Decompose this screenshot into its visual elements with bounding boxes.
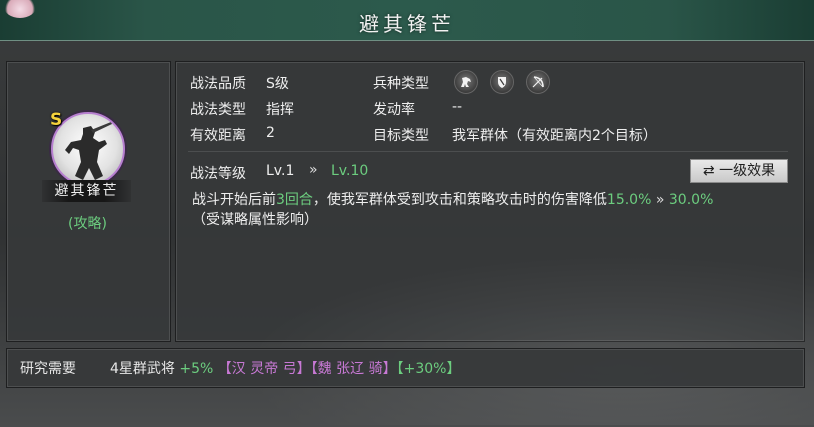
trigger-rate-label: 发动率 xyxy=(373,102,415,118)
skill-name-plate: 避其锋芒 xyxy=(42,180,131,202)
skill-tag: (攻略) xyxy=(68,216,107,232)
level-arrow-icon: » xyxy=(309,162,318,178)
target-type-value: 我军群体（有效距离内2个目标） xyxy=(452,128,657,144)
grade-badge: S xyxy=(50,110,63,130)
range-value: 2 xyxy=(266,125,275,141)
divider xyxy=(188,151,788,152)
skill-description: 战斗开始后前3回合，使我军群体受到攻击和策略攻击时的伤害降低15.0% » 30… xyxy=(192,190,792,230)
level-effect-button[interactable]: ⇄ 一级效果 xyxy=(690,159,788,183)
research-bonus-2: 【+30%】 xyxy=(396,361,461,377)
trigger-rate-value: -- xyxy=(452,99,463,115)
type-value: 指挥 xyxy=(266,102,294,118)
desc-value-to: 30.0% xyxy=(668,192,714,208)
desc-value-from: 15.0% xyxy=(606,192,652,208)
research-bonus: +5% xyxy=(179,361,214,377)
desc-text-2: ，使我军群体受到攻击和策略攻击时的伤害降低 xyxy=(312,192,607,208)
level-max: Lv.10 xyxy=(331,163,369,179)
desc-text-1: 战斗开始后前 xyxy=(192,192,276,208)
quality-value: S级 xyxy=(266,76,289,92)
cavalry-icon[interactable] xyxy=(454,70,478,94)
desc-arrow: » xyxy=(655,192,665,208)
target-type-label: 目标类型 xyxy=(373,128,429,144)
research-requirement: 4星群武将 xyxy=(110,361,175,377)
type-label: 战法类型 xyxy=(190,102,246,118)
range-label: 有效距离 xyxy=(190,128,246,144)
research-hero-2[interactable]: 【魏 张辽 骑】 xyxy=(311,361,397,377)
research-label: 研究需要 xyxy=(20,361,76,377)
desc-rounds: 3回合 xyxy=(276,192,313,208)
title-bar: 避其锋芒 xyxy=(0,0,814,41)
research-hero-1[interactable]: 【汉 灵帝 弓】 xyxy=(218,361,311,377)
research-requirements: 4星群武将 +5% 【汉 灵帝 弓】【魏 张辽 骑】【+30%】 xyxy=(110,358,460,378)
shield-icon[interactable] xyxy=(490,70,514,94)
level-label: 战法等级 xyxy=(190,166,246,182)
level-current: Lv.1 xyxy=(266,163,295,179)
desc-note: （受谋略属性影响） xyxy=(192,212,318,228)
bow-icon[interactable] xyxy=(526,70,550,94)
warrior-silhouette-icon xyxy=(65,122,112,180)
window-title: 避其锋芒 xyxy=(359,12,455,36)
quality-label: 战法品质 xyxy=(190,76,246,92)
troop-type-label: 兵种类型 xyxy=(373,76,429,92)
